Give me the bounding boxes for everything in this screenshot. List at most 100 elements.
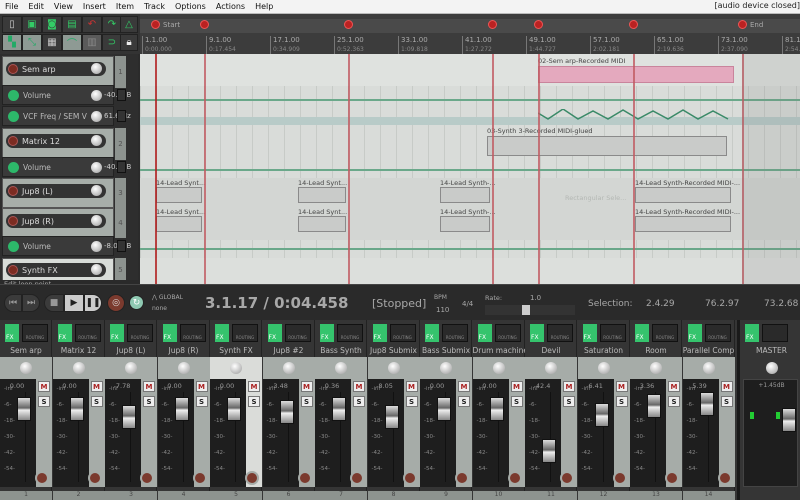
solo-button[interactable]: S [458, 396, 470, 407]
solo-button[interactable]: S [668, 396, 680, 407]
mute-button[interactable]: M [90, 381, 103, 392]
fx-button[interactable]: FX [687, 324, 702, 342]
volume-fader[interactable] [384, 405, 399, 429]
envelope-menu-button[interactable] [117, 110, 126, 122]
fx-button[interactable]: FX [530, 324, 544, 342]
volume-fader[interactable] [69, 397, 84, 421]
position-display[interactable]: 3.1.17 / 0:04.458 [205, 294, 348, 312]
routing-button[interactable]: ROUTING [652, 324, 678, 342]
mute-button[interactable]: M [353, 381, 365, 392]
strip-name[interactable]: Jup8 (L) [105, 346, 157, 355]
marker-lane[interactable]: Start End [140, 19, 800, 33]
marker-4[interactable] [488, 20, 497, 29]
time-signature[interactable]: 4/4 [462, 300, 473, 308]
menu-help[interactable]: Help [250, 2, 278, 11]
midi-item-lead[interactable] [298, 187, 346, 203]
mute-button[interactable]: M [720, 381, 733, 392]
volume-knob[interactable] [91, 215, 102, 226]
solo-button[interactable]: S [195, 396, 208, 407]
midi-item-lead[interactable] [440, 187, 490, 203]
track-4[interactable]: Jup8 (R) [2, 208, 114, 238]
record-button[interactable]: ◎ [107, 294, 125, 312]
stop-button[interactable]: ■ [44, 294, 64, 312]
record-arm-icon[interactable] [717, 471, 732, 485]
envelope-knob[interactable] [91, 162, 102, 173]
fx-button[interactable]: FX [425, 324, 439, 342]
midi-item-lead[interactable] [440, 216, 490, 232]
volume-fader[interactable] [227, 397, 241, 421]
record-arm-icon[interactable] [8, 216, 18, 226]
fx-button[interactable]: FX [320, 324, 334, 342]
record-arm-icon[interactable] [35, 471, 49, 485]
routing-button[interactable]: ROUTING [284, 324, 311, 342]
midi-item-lead[interactable] [156, 187, 202, 203]
pan-knob[interactable] [72, 362, 85, 374]
envelope-menu-button[interactable] [117, 161, 126, 173]
pan-knob[interactable] [492, 362, 505, 374]
track-1[interactable]: Sem arp [2, 56, 114, 88]
rate-slider[interactable] [485, 305, 575, 315]
volume-fader[interactable] [122, 405, 136, 429]
master-fader[interactable] [782, 408, 796, 432]
menu-options[interactable]: Options [170, 2, 211, 11]
loop-icon[interactable]: ⊃ [102, 34, 122, 51]
fx-button[interactable]: FX [57, 324, 72, 342]
routing-button[interactable]: ROUTING [442, 324, 468, 342]
record-arm-icon[interactable] [665, 471, 679, 485]
record-arm-icon[interactable] [455, 471, 469, 485]
volume-fader[interactable] [489, 397, 504, 421]
strip-name[interactable]: Saturation [578, 346, 630, 355]
menu-edit[interactable]: Edit [23, 2, 49, 11]
volume-fader[interactable] [17, 397, 31, 421]
vcf-envelope-curve[interactable] [538, 109, 738, 129]
mute-button[interactable]: M [563, 381, 575, 392]
mute-button[interactable]: M [405, 381, 418, 392]
master-routing-button[interactable] [762, 324, 788, 342]
strip-name[interactable]: Parallel Comp [683, 346, 735, 355]
redo-icon[interactable]: ↷ [102, 16, 122, 33]
marker-7[interactable] [738, 20, 747, 29]
record-arm-icon[interactable] [612, 471, 627, 485]
mute-button[interactable]: M [143, 381, 155, 392]
solo-button[interactable]: S [510, 396, 523, 407]
record-arm-icon[interactable] [297, 471, 312, 485]
track-3[interactable]: Jup8 (L) [2, 178, 114, 208]
volume-knob[interactable] [91, 63, 102, 74]
record-arm-icon[interactable] [8, 64, 18, 74]
record-arm-icon[interactable] [87, 471, 102, 485]
menu-insert[interactable]: Insert [78, 2, 111, 11]
undo-icon[interactable]: ↶ [82, 16, 102, 33]
strip-name[interactable]: Devil [525, 346, 577, 355]
mute-button[interactable]: M [38, 381, 50, 392]
envelope-vcf[interactable]: VCF Freq / SEM V 61.6 Hz [2, 106, 131, 126]
envelope-active-icon[interactable] [8, 111, 19, 122]
play-button[interactable]: ▶ [64, 294, 84, 312]
bpm-value[interactable]: 110 [436, 306, 449, 314]
mute-button[interactable]: M [510, 381, 523, 392]
midi-item-matrix[interactable] [487, 136, 727, 156]
pan-knob[interactable] [282, 362, 295, 374]
strip-name[interactable]: Jup8 #2 [263, 346, 315, 355]
track-name[interactable]: Matrix 12 [22, 137, 60, 146]
fx-button[interactable]: FX [477, 324, 492, 342]
volume-fader[interactable] [699, 392, 714, 416]
volume-fader[interactable] [279, 400, 294, 424]
menu-actions[interactable]: Actions [211, 2, 250, 11]
volume-knob[interactable] [91, 185, 102, 196]
record-arm-icon[interactable] [507, 471, 522, 485]
midi-item-lead[interactable] [635, 216, 731, 232]
pan-knob[interactable] [387, 362, 400, 374]
go-to-end-button[interactable]: ⏭ [22, 294, 40, 312]
marker-1[interactable] [151, 20, 160, 29]
record-arm-icon[interactable] [192, 471, 207, 485]
solo-button[interactable]: S [90, 396, 103, 407]
volume-fader[interactable] [332, 397, 346, 421]
midi-item-lead[interactable] [298, 216, 346, 232]
routing-button[interactable]: ROUTING [547, 324, 573, 342]
volume-fader[interactable] [437, 397, 451, 421]
record-arm-icon[interactable] [245, 471, 259, 485]
new-project-icon[interactable]: ▯ [2, 16, 22, 33]
routing-button[interactable]: ROUTING [704, 324, 731, 342]
pan-knob[interactable] [702, 362, 715, 374]
pan-knob[interactable] [440, 362, 452, 374]
